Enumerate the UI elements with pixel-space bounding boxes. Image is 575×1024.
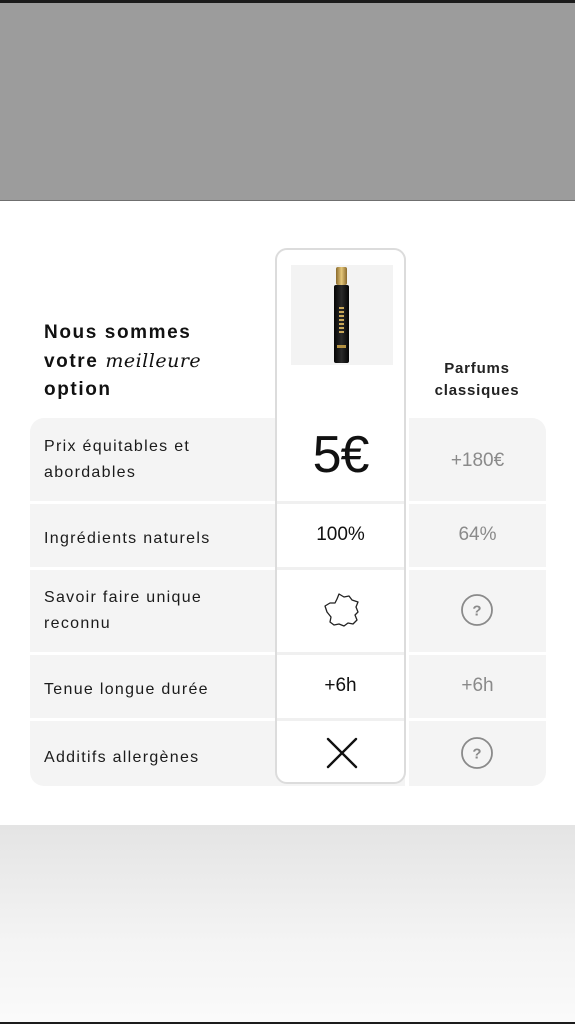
classic-perfumes-header: Parfums classiques xyxy=(412,358,542,402)
france-map-icon xyxy=(324,593,359,627)
our-natural-ingredients: 100% xyxy=(316,524,365,545)
section-heading: Nous sommes votre meilleure option xyxy=(44,319,264,404)
bottle-label xyxy=(339,307,344,333)
heading-line-1: Nous sommes xyxy=(44,322,192,343)
our-price: 5€ xyxy=(312,426,370,484)
heading-line-2-prefix: votre xyxy=(44,351,106,372)
heading-accent-word: meilleure xyxy=(105,350,202,372)
row-label-savoir-faire: Savoir faire unique reconnu xyxy=(44,585,202,637)
bottle-cap xyxy=(336,267,347,285)
row-label-longevity: Tenue longue durée xyxy=(44,681,209,698)
product-image xyxy=(291,265,393,365)
row-label-price-line-2: abordables xyxy=(44,464,137,481)
perfume-bottle xyxy=(334,285,349,363)
cross-icon xyxy=(326,737,358,769)
heading-line-2: votre meilleure xyxy=(44,347,264,376)
column-row-divider xyxy=(277,652,404,655)
row-label-savoir-faire-line-2: reconnu xyxy=(44,615,111,632)
classic-perfumes-header-line-1: Parfums xyxy=(444,360,510,377)
question-icon: ? xyxy=(461,737,493,769)
row-label-allergens: Additifs allergènes xyxy=(44,749,200,766)
column-row-divider xyxy=(277,501,404,504)
svg-text:?: ? xyxy=(472,603,481,620)
classic-price: +180€ xyxy=(450,450,505,471)
heading-line-3: option xyxy=(44,379,112,400)
our-longevity: +6h xyxy=(324,675,357,696)
row-label-savoir-faire-line-1: Savoir faire unique xyxy=(44,589,203,606)
svg-text:?: ? xyxy=(472,746,481,763)
column-row-divider xyxy=(277,718,404,721)
top-image-band xyxy=(0,0,575,201)
bottle-brand-mark xyxy=(337,345,346,348)
classic-natural-ingredients: 64% xyxy=(458,524,497,545)
column-row-divider xyxy=(277,567,404,570)
question-icon: ? xyxy=(461,594,493,626)
bottom-image-band xyxy=(0,825,575,1024)
row-label-price: Prix équitables et abordables xyxy=(44,434,190,486)
classic-longevity: +6h xyxy=(461,675,494,696)
row-label-ingredients: Ingrédients naturels xyxy=(44,530,211,547)
row-label-price-line-1: Prix équitables et xyxy=(44,438,191,455)
classic-perfumes-header-line-2: classiques xyxy=(434,382,520,399)
